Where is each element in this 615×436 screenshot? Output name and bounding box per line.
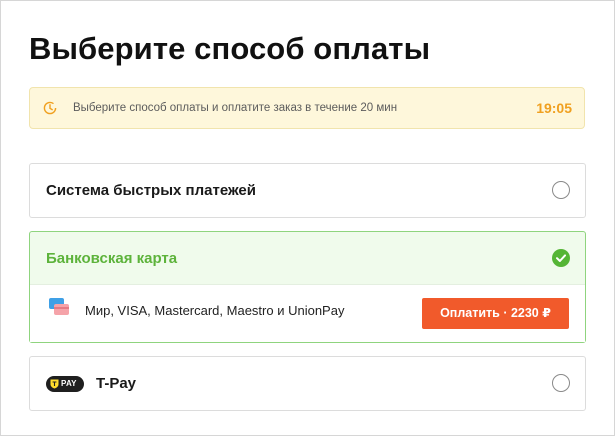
payment-option-label: T-Pay [96, 375, 137, 392]
sbp-radio[interactable] [552, 181, 570, 199]
timer-countdown: 19:05 [536, 100, 572, 116]
tpay-logo: PAY [46, 376, 84, 392]
tpay-shield-icon [50, 379, 59, 389]
timer-message: Выберите способ оплаты и оплатите заказ … [73, 102, 398, 114]
card-networks-text: Мир, VISA, Mastercard, Maestro и UnionPa… [85, 303, 345, 318]
payment-option-label: Система быстрых платежей [46, 182, 256, 199]
payment-timer-banner: Выберите способ оплаты и оплатите заказ … [29, 87, 585, 129]
tpay-logo-text: PAY [61, 379, 77, 388]
payment-option-sbp[interactable]: Система быстрых платежей [29, 163, 586, 218]
payment-panel: Выберите способ оплаты Выберите способ о… [0, 0, 615, 436]
bank-cards-icon [48, 297, 70, 317]
page-title: Выберите способ оплаты [29, 31, 431, 66]
pay-button[interactable]: Оплатить · 2230 ₽ [422, 298, 569, 329]
card-details-row: Мир, VISA, Mastercard, Maestro и UnionPa… [30, 284, 585, 342]
payment-option-tpay[interactable]: PAY T-Pay [29, 356, 586, 411]
checkmark-icon [556, 254, 566, 262]
timer-icon [43, 101, 57, 115]
payment-option-label: Банковская карта [46, 250, 178, 267]
payment-option-card[interactable]: Банковская карта Мир, VISA, Mastercard, … [29, 231, 586, 343]
card-radio-checked[interactable] [552, 249, 570, 267]
tpay-radio[interactable] [552, 374, 570, 392]
